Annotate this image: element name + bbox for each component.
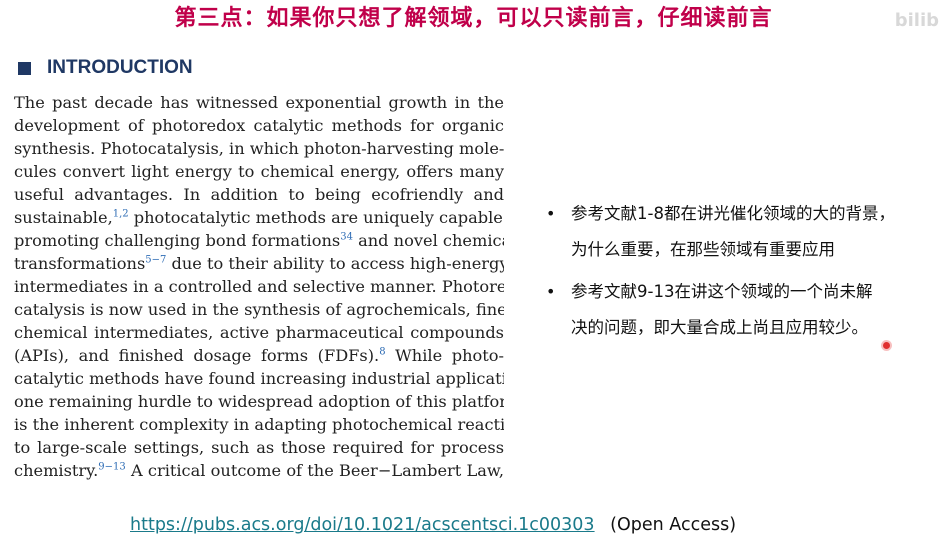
paper-text: to large-scale settings, such as those r… [14, 438, 504, 457]
paper-line: The past decade has witnessed exponentia… [14, 91, 504, 114]
section-heading: INTRODUCTION [18, 57, 193, 79]
paper-text: chemical intermediates, active pharmaceu… [14, 323, 504, 342]
paper-text: catalytic methods have found increasing … [14, 369, 504, 388]
paper-line: synthesis. Photocatalysis, in which phot… [14, 137, 504, 160]
paper-text: The past decade has witnessed exponentia… [14, 93, 504, 112]
citation-ref[interactable]: 9−13 [98, 462, 125, 473]
citation-ref[interactable]: 1,2 [113, 209, 129, 220]
paper-text: one remaining hurdle to widespread adopt… [14, 392, 504, 411]
paper-text: due to their ability to access high-ener… [166, 254, 504, 273]
paper-line: catalysis is now used in the synthesis o… [14, 298, 504, 321]
paper-text: catalysis is now used in the synthesis o… [14, 300, 504, 319]
paper-text: transformations [14, 254, 146, 273]
note-line: 参考文献9-13在讲这个领域的一个尚未解 [571, 282, 873, 301]
note-line: 参考文献1-8都在讲光催化领域的大的背景， [571, 204, 895, 223]
paper-text: photocatalytic methods are uniquely capa… [128, 208, 504, 227]
citation-ref[interactable]: 34 [340, 232, 353, 243]
paper-text: development of photoredox catalytic meth… [14, 116, 504, 135]
bullet-icon: • [546, 204, 556, 223]
paper-excerpt: The past decade has witnessed exponentia… [14, 91, 504, 483]
note-line: 决的问题，即大量合成上尚且应用较少。 [571, 318, 868, 337]
paper-text: chemistry. [14, 461, 99, 480]
paper-line: cules convert light energy to chemical e… [14, 160, 504, 183]
slide-title: 第三点：如果你只想了解领域，可以只读前言，仔细读前言 [174, 6, 773, 31]
paper-line: is the inherent complexity in adapting p… [14, 413, 504, 436]
bilibili-watermark-logo: bilib [894, 10, 939, 31]
paper-line: chemical intermediates, active pharmaceu… [14, 321, 504, 344]
paper-line: sustainable,1,2 photocatalytic methods a… [14, 206, 504, 229]
paper-text: and novel chemical [352, 231, 504, 250]
paper-line: catalytic methods have found increasing … [14, 367, 504, 390]
citation-ref[interactable]: 5−7 [145, 255, 166, 266]
note-line: 为什么重要，在那些领域有重要应用 [571, 240, 835, 259]
section-heading-text: INTRODUCTION [47, 57, 193, 78]
heading-square-icon [18, 61, 31, 75]
paper-text: promoting challenging bond formations [14, 231, 341, 250]
paper-text: (APIs), and finished dosage forms (FDFs)… [14, 346, 380, 365]
paper-line: useful advantages. In addition to being … [14, 183, 504, 206]
paper-line: (APIs), and finished dosage forms (FDFs)… [14, 344, 504, 367]
paper-line: intermediates in a controlled and select… [14, 275, 504, 298]
source-url-link[interactable]: https://pubs.acs.org/doi/10.1021/acscent… [130, 515, 595, 535]
pointer-dot-icon [883, 342, 890, 349]
paper-text: cules convert light energy to chemical e… [14, 162, 504, 181]
paper-text: intermediates in a controlled and select… [14, 277, 504, 296]
paper-text: sustainable, [14, 208, 113, 227]
note-item: • 参考文献1-8都在讲光催化领域的大的背景， 为什么重要，在那些领域有重要应用 [538, 196, 943, 268]
paper-line: transformations5−7 due to their ability … [14, 252, 504, 275]
paper-text: useful advantages. In addition to being … [14, 185, 504, 204]
paper-line: one remaining hurdle to widespread adopt… [14, 390, 504, 413]
paper-text: is the inherent complexity in adapting p… [14, 415, 504, 434]
paper-line: to large-scale settings, such as those r… [14, 436, 504, 459]
annotation-notes: • 参考文献1-8都在讲光催化领域的大的背景， 为什么重要，在那些领域有重要应用 • 参… [538, 196, 943, 352]
note-item: • 参考文献9-13在讲这个领域的一个尚未解 决的问题，即大量合成上尚且应用较少。 [538, 274, 943, 346]
bullet-icon: • [546, 282, 556, 301]
paper-text: synthesis. Photocatalysis, in which phot… [14, 139, 504, 158]
paper-line: chemistry.9−13 A critical outcome of the… [14, 459, 504, 482]
source-link-row: https://pubs.acs.org/doi/10.1021/acscent… [130, 515, 736, 535]
paper-line: development of photoredox catalytic meth… [14, 114, 504, 137]
paper-text: While photo- [385, 346, 504, 365]
open-access-note: (Open Access) [610, 515, 737, 535]
paper-text: A critical outcome of the Beer−Lambert L… [125, 461, 504, 480]
paper-line: promoting challenging bond formations34 … [14, 229, 504, 252]
